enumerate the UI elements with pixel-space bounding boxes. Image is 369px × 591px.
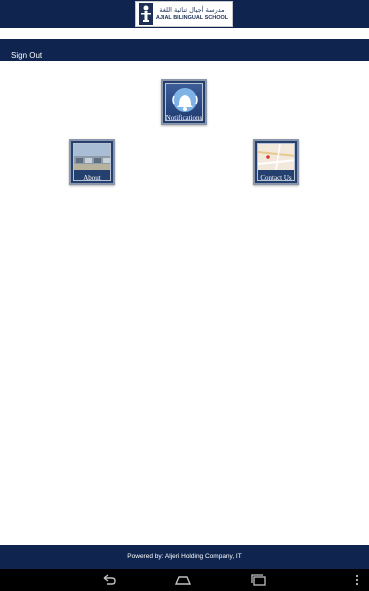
school-logo: مدرسة أجيال ثنائية اللغة AJIAL BILINGUAL… <box>135 1 233 27</box>
contact-us-label: Contact Us <box>260 174 292 182</box>
top-header: مدرسة أجيال ثنائية اللغة AJIAL BILINGUAL… <box>0 0 369 28</box>
header-divider <box>0 28 369 39</box>
notifications-button[interactable]: Notifications <box>161 79 207 125</box>
notifications-label: Notifications <box>165 114 203 122</box>
app-screen: مدرسة أجيال ثنائية اللغة AJIAL BILINGUAL… <box>0 0 369 591</box>
sign-out-button[interactable]: Sign Out <box>11 51 42 60</box>
overflow-menu-icon[interactable] <box>353 573 361 587</box>
back-arrow-icon[interactable] <box>100 573 118 587</box>
about-label: About <box>83 174 101 182</box>
logo-arabic-text: مدرسة أجيال ثنائية اللغة <box>159 6 225 14</box>
contact-us-button[interactable]: Contact Us <box>253 139 299 185</box>
about-button[interactable]: About <box>69 139 115 185</box>
system-nav-bar <box>0 569 369 591</box>
recent-apps-icon[interactable] <box>250 573 268 587</box>
signout-bar <box>0 39 369 61</box>
footer-text: Powered by: Aljeri Holding Company, IT <box>127 553 242 560</box>
footer: Powered by: Aljeri Holding Company, IT <box>0 545 369 569</box>
logo-emblem-icon <box>139 3 153 25</box>
logo-english-text: AJIAL BILINGUAL SCHOOL <box>155 14 229 21</box>
home-icon[interactable] <box>174 573 192 587</box>
